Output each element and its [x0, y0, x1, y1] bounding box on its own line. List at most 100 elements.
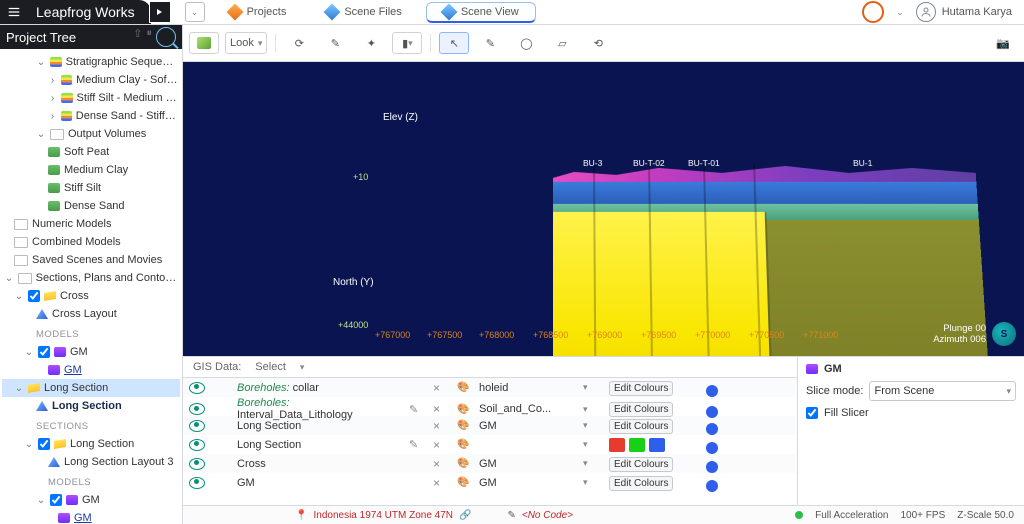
visibility-checkbox[interactable]	[50, 494, 62, 506]
chevron-down-icon[interactable]: ⌄	[896, 7, 904, 18]
property-row[interactable]: Boreholes: collar×🎨holeid▾Edit ColoursA⋮…	[183, 378, 797, 397]
tree-item[interactable]: Numeric Models	[2, 215, 180, 233]
colour-by-icon[interactable]: 🎨	[457, 381, 470, 394]
tree-item[interactable]: ⌄Cross	[2, 287, 180, 305]
fill-slicer-checkbox[interactable]: Fill Slicer	[806, 407, 1016, 419]
view-compass[interactable]: Plunge 00 Azimuth 006 S	[933, 322, 1016, 346]
search-icon[interactable]	[156, 27, 176, 47]
project-tree[interactable]: ⌄Stratigraphic Sequence ›Medium Clay - S…	[0, 49, 182, 524]
dropdown-icon[interactable]: ▾	[583, 404, 605, 415]
colour-by-icon[interactable]: 🎨	[457, 457, 470, 470]
tab-scene-view[interactable]: Scene View	[426, 2, 536, 23]
workspace-selector[interactable]: ⌄	[185, 2, 205, 22]
measure-line-icon[interactable]: ✎	[320, 32, 350, 54]
rotate-icon[interactable]: ⟲	[583, 32, 613, 54]
look-button[interactable]: Look▾	[225, 32, 267, 54]
tree-item[interactable]: ›Dense Sand - Stiff Sil...	[2, 107, 180, 125]
dropdown-icon[interactable]: ▾	[583, 439, 605, 450]
edit-colours-button[interactable]: Edit Colours	[609, 476, 673, 491]
visibility-checkbox[interactable]	[38, 346, 50, 358]
visibility-eye-icon[interactable]	[189, 420, 205, 432]
tree-item[interactable]: Long Section	[2, 397, 180, 415]
tree-item[interactable]: GM	[2, 361, 180, 379]
orbit-icon[interactable]: ⟳	[284, 32, 314, 54]
property-row[interactable]: Boreholes: Interval_Data_Lithology✎×🎨Soi…	[183, 397, 797, 416]
tree-item[interactable]: Stiff Silt	[2, 179, 180, 197]
tree-item-selected[interactable]: ⌄Long Section	[2, 379, 180, 397]
edit-colours-button[interactable]: Edit Colours	[609, 419, 673, 434]
play-icon[interactable]	[149, 1, 171, 23]
remove-icon[interactable]: ×	[433, 419, 453, 433]
tree-item[interactable]: Combined Models	[2, 233, 180, 251]
colour-swatches[interactable]	[609, 438, 694, 452]
visibility-eye-icon[interactable]	[189, 477, 205, 489]
remove-icon[interactable]: ×	[433, 381, 453, 395]
menu-icon[interactable]	[0, 0, 28, 24]
property-row[interactable]: Long Section×🎨GM▾Edit Colours⋮⋮	[183, 416, 797, 435]
history-pause-icon[interactable]: ⏸	[147, 27, 153, 47]
dropdown-icon[interactable]: ▾	[583, 477, 605, 488]
property-row[interactable]: Long Section✎×🎨▾⋈⋮⋮	[183, 435, 797, 454]
tree-item[interactable]: ›Stiff Silt - Medium Cl...	[2, 89, 180, 107]
tree-item[interactable]: ›Medium Clay - Soft P...	[2, 71, 180, 89]
crs-label[interactable]: Indonesia 1974 UTM Zone 47N	[314, 510, 454, 521]
polygon-icon[interactable]: ▱	[547, 32, 577, 54]
edit-colours-button[interactable]: Edit Colours	[609, 381, 673, 396]
tree-item[interactable]: Dense Sand	[2, 197, 180, 215]
remove-icon[interactable]: ×	[433, 438, 453, 452]
tree-item[interactable]: Long Section Layout 3	[2, 453, 180, 471]
tree-item[interactable]: Saved Scenes and Movies	[2, 251, 180, 269]
map-pin-icon[interactable]: 📍	[295, 510, 307, 521]
colour-by-icon[interactable]: 🎨	[457, 419, 470, 432]
tree-item[interactable]: ⌄Sections, Plans and Contours	[2, 269, 180, 287]
tree-item[interactable]: Cross Layout	[2, 305, 180, 323]
nocode-label[interactable]: <No Code>	[522, 510, 573, 521]
select-label[interactable]: Select	[255, 361, 286, 373]
tab-projects[interactable]: Projects	[213, 3, 303, 21]
dropdown-icon[interactable]: ▾	[583, 382, 605, 393]
visibility-eye-icon[interactable]	[189, 458, 205, 470]
edit-colours-button[interactable]: Edit Colours	[609, 402, 673, 417]
dropdown-icon[interactable]: ▾	[583, 420, 605, 431]
visibility-eye-icon[interactable]	[189, 439, 205, 451]
tab-scene-files[interactable]: Scene Files	[310, 3, 417, 21]
slice-mode-select[interactable]: From Scene▾	[869, 381, 1016, 401]
edit-icon[interactable]: ✎	[409, 438, 429, 451]
camera-icon[interactable]: 📷	[988, 32, 1018, 54]
select-cursor-icon[interactable]: ↖	[439, 32, 469, 54]
tree-item[interactable]: ⌄Stratigraphic Sequence	[2, 53, 180, 71]
visibility-eye-icon[interactable]	[189, 382, 205, 394]
property-row[interactable]: GM×🎨GM▾Edit Colours▶⟳⋮⋮	[183, 473, 797, 492]
ruler-icon[interactable]: ✦	[356, 32, 386, 54]
visibility-checkbox[interactable]	[38, 438, 50, 450]
remove-icon[interactable]: ×	[433, 476, 453, 490]
tree-item[interactable]: GM	[2, 509, 180, 524]
lasso-icon[interactable]: ◯	[511, 32, 541, 54]
product-logo-icon[interactable]	[862, 1, 884, 23]
slicer-icon[interactable]: ▮▾	[392, 32, 422, 54]
zscale-label[interactable]: Z-Scale 50.0	[957, 510, 1014, 521]
dropdown-icon[interactable]: ▾	[583, 458, 605, 469]
user-account[interactable]: Hutama Karya	[916, 2, 1012, 22]
geological-model[interactable]: BU-3 BU-T-02 BU-T-01 BU-1	[553, 162, 990, 356]
tree-item[interactable]: Medium Clay	[2, 161, 180, 179]
link-icon[interactable]: 🔗	[459, 510, 471, 521]
property-row[interactable]: Cross×🎨GM▾Edit Colours⋮⋮	[183, 454, 797, 473]
remove-icon[interactable]: ×	[433, 457, 453, 471]
visibility-eye-icon[interactable]	[189, 403, 205, 415]
tree-item[interactable]: ⌄GM	[2, 343, 180, 361]
tree-item[interactable]: ⌄Output Volumes	[2, 125, 180, 143]
scene-view[interactable]: Elev (Z) North (Y) East (X) +10 +44000 B…	[183, 62, 1024, 356]
edit-icon[interactable]: ✎	[409, 403, 429, 416]
colour-by-icon[interactable]: 🎨	[457, 476, 470, 489]
tree-item[interactable]: ⌄GM	[2, 491, 180, 509]
edit-colours-button[interactable]: Edit Colours	[609, 457, 673, 472]
render-mode-button[interactable]	[189, 32, 219, 54]
draw-line-icon[interactable]: ✎	[475, 32, 505, 54]
visibility-checkbox[interactable]	[28, 290, 40, 302]
edit-status-icon[interactable]: ✎	[507, 510, 515, 521]
remove-icon[interactable]: ×	[433, 402, 453, 416]
history-up-icon[interactable]: ⇧	[133, 27, 142, 47]
tree-item[interactable]: ⌄Long Section	[2, 435, 180, 453]
colour-by-icon[interactable]: 🎨	[457, 438, 470, 451]
